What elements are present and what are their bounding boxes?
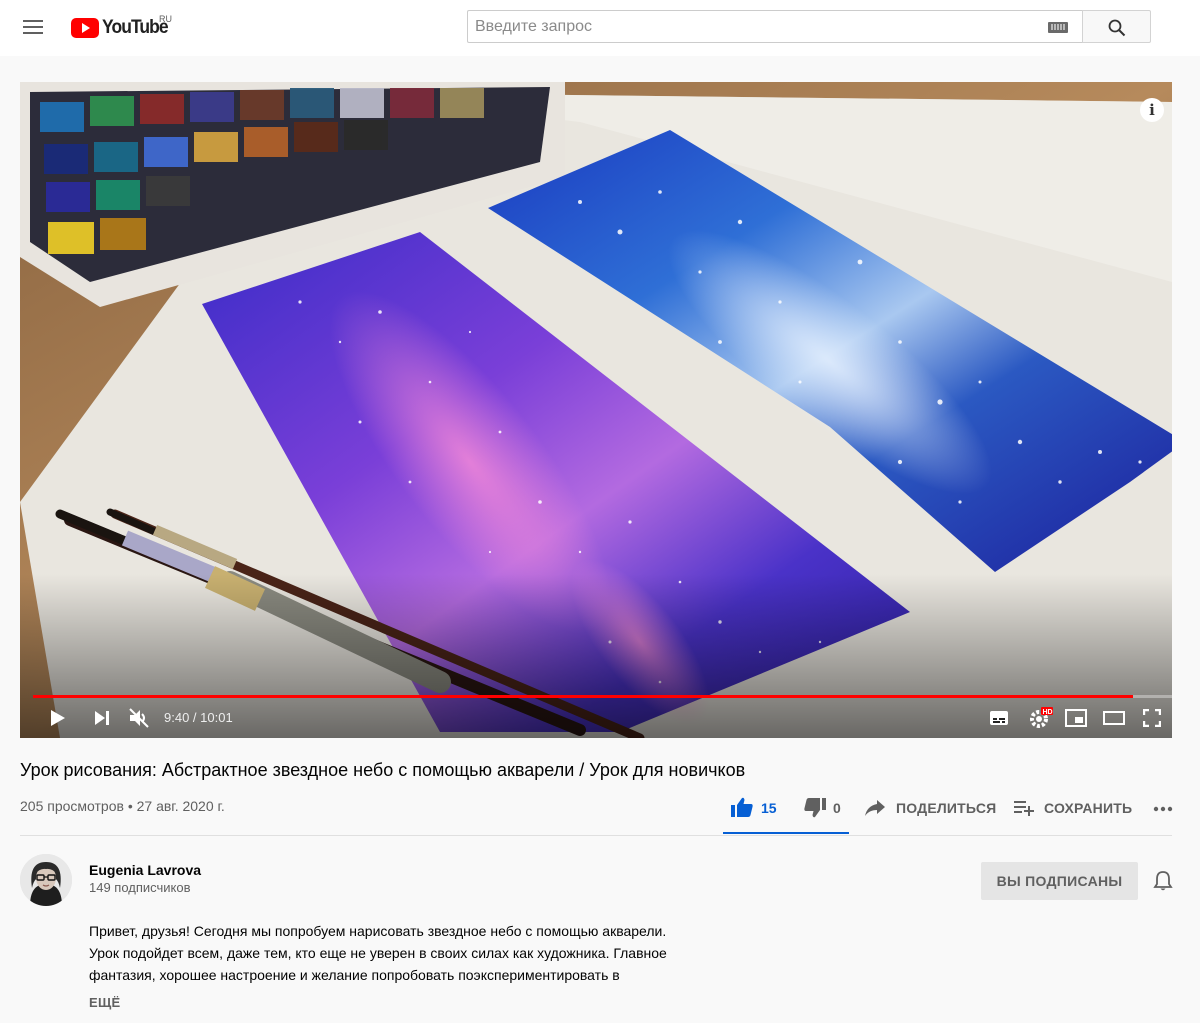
menu-icon[interactable] (20, 14, 48, 42)
add-to-playlist-icon (1014, 801, 1034, 816)
video-meta: 205 просмотров • 27 авг. 2020 г. (20, 798, 225, 814)
miniplayer-icon[interactable] (1065, 709, 1087, 727)
fullscreen-icon[interactable] (1143, 709, 1161, 727)
subtitles-icon[interactable] (989, 710, 1009, 726)
subscribed-button[interactable]: ВЫ ПОДПИСАНЫ (981, 862, 1138, 900)
masthead: YouTube RU (0, 0, 1200, 56)
settings-hd-icon[interactable]: HD (1029, 706, 1053, 728)
thumb-down-icon (804, 798, 826, 818)
save-label: СОХРАНИТЬ (1044, 800, 1133, 816)
svg-text:HD: HD (1043, 709, 1053, 716)
description-line: Урок подойдет всем, даже тем, кто еще не… (89, 945, 667, 961)
show-more-button[interactable]: ЕЩЁ (89, 995, 121, 1010)
time-current: 9:40 (164, 710, 190, 725)
upload-date: 27 авг. 2020 г. (136, 798, 225, 814)
video-frame (20, 82, 1172, 738)
time-total: 10:01 (200, 710, 233, 725)
search-icon (1108, 19, 1126, 37)
video-player[interactable]: i 9:40 / 10:01 HD (20, 82, 1172, 738)
search-button[interactable] (1082, 10, 1151, 43)
description-line: фантазия, хорошее настроение и желание п… (89, 967, 620, 983)
meta-separator: • (123, 798, 137, 814)
divider (20, 835, 1172, 836)
progress-played (33, 695, 1134, 698)
sentiment-bar (723, 832, 849, 834)
notification-bell-icon[interactable] (1153, 870, 1173, 892)
time-separator: / (189, 710, 201, 725)
description: Привет, друзья! Сегодня мы попробуем нар… (89, 920, 739, 986)
dislike-count: 0 (833, 800, 841, 816)
theater-icon[interactable] (1103, 711, 1125, 725)
youtube-play-icon (71, 18, 99, 38)
next-icon[interactable] (94, 711, 110, 725)
subscriber-count: 149 подписчиков (89, 880, 191, 895)
view-count: 205 просмотров (20, 798, 124, 814)
info-icon[interactable]: i (1140, 98, 1164, 122)
region-label: RU (159, 14, 172, 24)
like-count: 15 (761, 800, 777, 816)
sentiment-likes (723, 832, 849, 834)
thumb-up-icon (731, 797, 753, 817)
progress-bar[interactable] (33, 695, 1172, 698)
video-title: Урок рисования: Абстрактное звездное неб… (20, 760, 746, 780)
channel-avatar[interactable] (20, 854, 72, 906)
search-input[interactable] (468, 11, 1028, 42)
description-line: Привет, друзья! Сегодня мы попробуем нар… (89, 923, 667, 939)
share-label: ПОДЕЛИТЬСЯ (896, 800, 997, 816)
channel-name[interactable]: Eugenia Lavrova (89, 862, 201, 878)
keyboard-icon[interactable] (1048, 22, 1068, 33)
play-icon[interactable] (50, 709, 66, 727)
time-display: 9:40 / 10:01 (164, 710, 233, 725)
logo-text: YouTube (102, 17, 169, 38)
mute-icon[interactable] (128, 708, 150, 728)
search-box (467, 10, 1082, 43)
share-icon (865, 800, 885, 816)
more-actions-icon[interactable] (1153, 805, 1173, 813)
